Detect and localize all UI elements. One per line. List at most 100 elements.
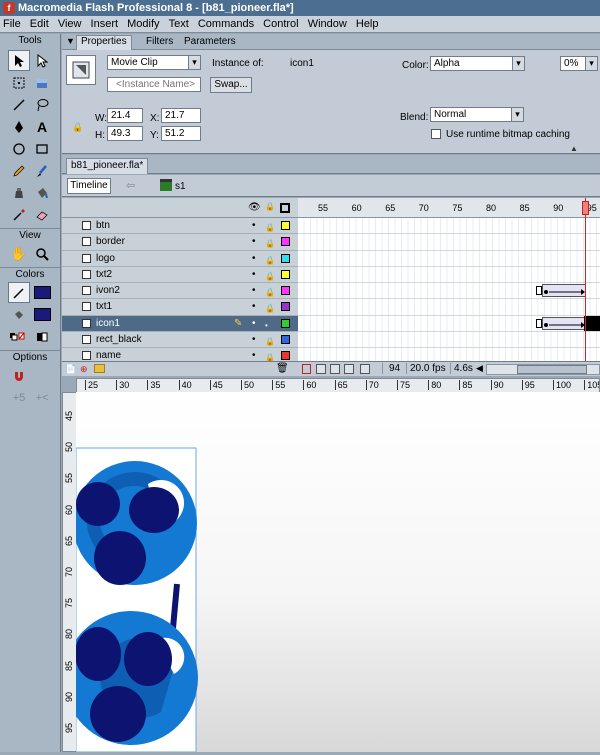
tab-filters[interactable]: Filters <box>146 36 173 47</box>
instance-name-field[interactable] <box>107 77 201 92</box>
oval-tool-icon[interactable] <box>8 138 30 159</box>
y-field[interactable]: 51.2 <box>161 126 201 141</box>
width-field[interactable]: 21.4 <box>107 108 143 123</box>
fill-color-icon[interactable] <box>8 304 30 325</box>
rectangle-tool-icon[interactable] <box>31 138 53 159</box>
center-frame-icon[interactable] <box>302 364 311 374</box>
visibility-dot[interactable]: • <box>252 267 256 282</box>
stage[interactable] <box>64 392 600 753</box>
visibility-dot[interactable]: • <box>252 251 256 266</box>
menu-insert[interactable]: Insert <box>88 16 122 33</box>
outline-color-swatch[interactable] <box>281 221 290 230</box>
keyframe-marker[interactable] <box>536 286 542 296</box>
menu-window[interactable]: Window <box>305 16 350 33</box>
lock-icon[interactable]: 🔒 <box>265 220 275 232</box>
gradient-transform-tool-icon[interactable] <box>31 72 53 93</box>
zoom-tool-icon[interactable] <box>31 243 53 264</box>
collapse-arrow-icon[interactable]: ▼ <box>66 36 75 46</box>
lock-icon[interactable]: • <box>265 318 274 330</box>
timeline-frames[interactable]: 55 60 65 70 75 80 85 90 95 <box>298 198 600 376</box>
lock-icon[interactable]: 🔒 <box>265 253 275 265</box>
timeline-horizontal-scrollbar[interactable] <box>486 364 600 375</box>
alpha-percent-field[interactable]: 0% <box>560 56 598 71</box>
onion-skin-icon[interactable] <box>316 364 326 374</box>
menu-commands[interactable]: Commands <box>195 16 257 33</box>
layer-row-icon1[interactable]: icon1 ✎ • • <box>62 315 298 333</box>
visibility-dot[interactable]: • <box>252 218 256 233</box>
visibility-dot[interactable]: • <box>252 234 256 249</box>
motion-tween-span[interactable] <box>542 284 586 298</box>
color-effect-select[interactable]: Alpha <box>430 56 525 71</box>
outline-color-swatch[interactable] <box>281 237 290 247</box>
delete-layer-icon[interactable]: 🗑 <box>276 363 289 374</box>
lasso-tool-icon[interactable] <box>31 94 53 115</box>
frame-row-btn[interactable] <box>298 218 600 235</box>
stroke-color-swatch[interactable] <box>31 282 53 303</box>
lock-icon[interactable]: 🔒 <box>265 301 275 313</box>
visibility-dot[interactable]: • <box>252 299 256 314</box>
blend-mode-select[interactable]: Normal <box>430 107 524 122</box>
lock-icon[interactable]: 🔒 <box>265 236 275 248</box>
tab-parameters[interactable]: Parameters <box>184 36 236 47</box>
timeline-button[interactable]: Timeline <box>67 178 111 194</box>
paint-bucket-tool-icon[interactable] <box>31 182 53 203</box>
outline-color-swatch[interactable] <box>281 253 290 263</box>
hand-tool-icon[interactable]: ✋ <box>8 243 30 264</box>
layer-row-logo[interactable]: logo • 🔒 <box>62 251 298 267</box>
default-colors-icon[interactable] <box>8 326 30 347</box>
line-tool-icon[interactable] <box>8 94 30 115</box>
outline-color-swatch[interactable] <box>281 318 290 328</box>
bitmap-caching-checkbox[interactable] <box>431 129 441 139</box>
outline-color-swatch[interactable] <box>281 302 290 312</box>
visibility-dot[interactable]: • <box>252 316 256 331</box>
lock-icon[interactable]: 🔒 <box>265 334 275 346</box>
outline-color-swatch[interactable] <box>281 286 290 296</box>
playhead-handle[interactable] <box>582 201 589 215</box>
ink-bottle-tool-icon[interactable] <box>8 182 30 203</box>
free-transform-tool-icon[interactable] <box>8 72 30 93</box>
keyframe-marker[interactable] <box>536 318 542 328</box>
lock-proportions-icon[interactable]: 🔒 <box>72 122 83 133</box>
outline-color-swatch[interactable] <box>281 335 290 345</box>
text-tool-icon[interactable]: A <box>31 116 53 137</box>
x-field[interactable]: 21.7 <box>161 108 201 123</box>
tab-properties[interactable]: Properties <box>76 35 132 50</box>
symbol-type-select[interactable]: Movie Clip <box>107 55 201 70</box>
frame-row-icon1[interactable] <box>298 315 600 333</box>
document-tab[interactable]: b81_pioneer.fla* <box>66 158 149 174</box>
menu-modify[interactable]: Modify <box>124 16 162 33</box>
fill-color-swatch[interactable] <box>31 304 53 325</box>
frame-number-ruler[interactable]: 55 60 65 70 75 80 85 90 95 <box>298 198 600 218</box>
outline-all-icon[interactable] <box>280 203 290 213</box>
layer-row-txt2[interactable]: txt2 • 🔒 <box>62 267 298 284</box>
height-field[interactable]: 49.3 <box>107 126 143 141</box>
snap-magnet-icon[interactable] <box>8 365 30 386</box>
arrow-tool-icon[interactable] <box>8 50 30 71</box>
menu-view[interactable]: View <box>55 16 85 33</box>
menu-file[interactable]: File <box>0 16 24 33</box>
insert-folder-icon[interactable] <box>94 364 105 373</box>
add-guide-layer-icon[interactable]: ⊕ <box>80 364 88 375</box>
layer-row-txt1[interactable]: txt1 • 🔒 <box>62 299 298 316</box>
layer-row-border[interactable]: border • 🔒 <box>62 234 298 251</box>
swap-colors-icon[interactable] <box>31 326 53 347</box>
edit-multiple-frames-icon[interactable] <box>344 364 354 374</box>
onion-outlines-icon[interactable] <box>330 364 340 374</box>
frame-row-rect_black[interactable] <box>298 332 600 349</box>
outline-color-swatch[interactable] <box>281 351 290 361</box>
layer-row-ivon2[interactable]: ivon2 • 🔒 <box>62 283 298 300</box>
stroke-color-icon[interactable] <box>8 282 30 303</box>
brush-tool-icon[interactable] <box>31 160 53 181</box>
modify-onion-markers-icon[interactable] <box>360 364 370 374</box>
show-hide-eye-icon[interactable]: 👁 <box>248 202 261 213</box>
frame-row-txt1[interactable] <box>298 299 600 316</box>
playhead[interactable] <box>585 198 586 376</box>
menu-text[interactable]: Text <box>166 16 192 33</box>
layer-row-btn[interactable]: btn • 🔒 <box>62 218 298 235</box>
lock-icon[interactable]: 🔒 <box>265 285 275 297</box>
frame-row-border[interactable] <box>298 234 600 251</box>
lock-all-icon[interactable]: 🔒 <box>265 202 275 211</box>
panel-resize-handle-icon[interactable]: ▲ <box>570 144 578 153</box>
swap-button[interactable]: Swap... <box>210 77 252 93</box>
frame-row-logo[interactable] <box>298 250 600 267</box>
